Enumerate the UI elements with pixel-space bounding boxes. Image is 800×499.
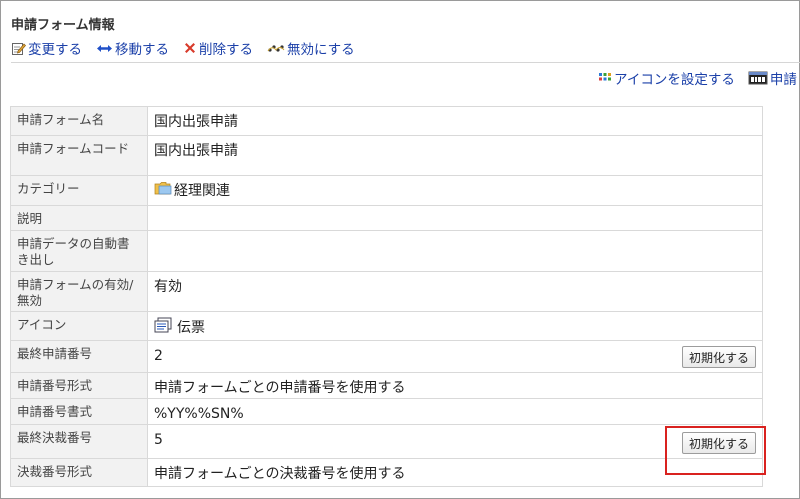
form-code-icon — [748, 70, 768, 86]
table-row: 申請フォームの有効/無効 有効 — [10, 271, 763, 312]
row-key: カテゴリー — [10, 175, 148, 206]
table-row: 申請番号書式 %YY%%SN% — [10, 398, 763, 425]
form-code-value: 国内出張申請 — [147, 135, 763, 176]
row-key: 最終申請番号 — [10, 340, 148, 373]
move-button[interactable]: 移動する — [96, 38, 169, 58]
application-number-format-value: %YY%%SN% — [147, 398, 763, 425]
edit-icon — [11, 41, 26, 56]
form-name-value: 国内出張申請 — [147, 106, 763, 136]
row-key: 申請フォームの有効/無効 — [10, 271, 148, 312]
delete-button[interactable]: 削除する — [183, 38, 253, 58]
table-row: 申請番号形式 申請フォームごとの申請番号を使用する — [10, 372, 763, 399]
table-row: 申請フォームコード 国内出張申請 — [10, 135, 763, 176]
status-value: 有効 — [147, 271, 763, 312]
secondary-toolbar: アイコンを設定する 申請 — [598, 68, 797, 88]
row-key: 申請データの自動書き出し — [10, 230, 148, 272]
row-key: 申請フォームコード — [10, 135, 148, 176]
application-number-type-value: 申請フォームごとの申請番号を使用する — [147, 372, 763, 399]
table-row: 最終決裁番号 5 初期化する — [10, 424, 763, 459]
edit-button[interactable]: 変更する — [11, 38, 82, 58]
disable-label: 無効にする — [287, 42, 355, 58]
table-row: 申請データの自動書き出し — [10, 230, 763, 272]
table-row: 最終申請番号 2 初期化する — [10, 340, 763, 373]
toolbar-divider — [11, 62, 800, 63]
category-value: 経理関連 — [154, 181, 230, 201]
table-row: 説明 — [10, 205, 763, 231]
row-key: アイコン — [10, 311, 148, 341]
row-key: 申請番号書式 — [10, 398, 148, 425]
set-icon-label: アイコンを設定する — [614, 72, 735, 88]
page-title: 申請フォーム情報 — [11, 18, 115, 33]
move-label: 移動する — [115, 42, 169, 58]
form-code-label: 申請 — [769, 72, 797, 88]
set-icon-button[interactable]: アイコンを設定する — [598, 68, 735, 88]
disable-button[interactable]: 無効にする — [267, 38, 355, 58]
row-key: 最終決裁番号 — [10, 424, 148, 459]
icon-value: 伝票 — [154, 317, 205, 339]
disable-icon — [267, 42, 285, 54]
folder-icon — [154, 181, 172, 201]
table-row: アイコン 伝票 — [10, 311, 763, 341]
row-key: 申請フォーム名 — [10, 106, 148, 136]
toolbar: 変更する 移動する 削除する 無効にする — [11, 38, 355, 58]
icon-label: 伝票 — [177, 320, 205, 336]
delete-label: 削除する — [199, 42, 253, 58]
last-approval-number: 5 — [154, 432, 163, 448]
table-row: カテゴリー 経理関連 — [10, 175, 763, 206]
grid-icon — [598, 72, 612, 84]
row-key: 説明 — [10, 205, 148, 231]
edit-label: 変更する — [28, 42, 82, 58]
row-key: 決裁番号形式 — [10, 458, 148, 487]
highlight-box — [665, 426, 766, 475]
move-arrows-icon — [96, 42, 113, 55]
form-info-table: 申請フォーム名 国内出張申請 申請フォームコード 国内出張申請 カテゴリー 経理… — [10, 106, 763, 487]
reset-application-number-button[interactable]: 初期化する — [681, 346, 756, 368]
delete-x-icon — [183, 41, 197, 55]
table-row: 申請フォーム名 国内出張申請 — [10, 106, 763, 136]
document-icon — [154, 317, 172, 339]
category-label: 経理関連 — [174, 183, 230, 199]
description-value — [147, 205, 763, 231]
auto-export-value — [147, 230, 763, 272]
row-key: 申請番号形式 — [10, 372, 148, 399]
last-application-number: 2 — [154, 348, 163, 364]
form-code-button[interactable]: 申請 — [748, 68, 797, 88]
table-row: 決裁番号形式 申請フォームごとの決裁番号を使用する — [10, 458, 763, 487]
